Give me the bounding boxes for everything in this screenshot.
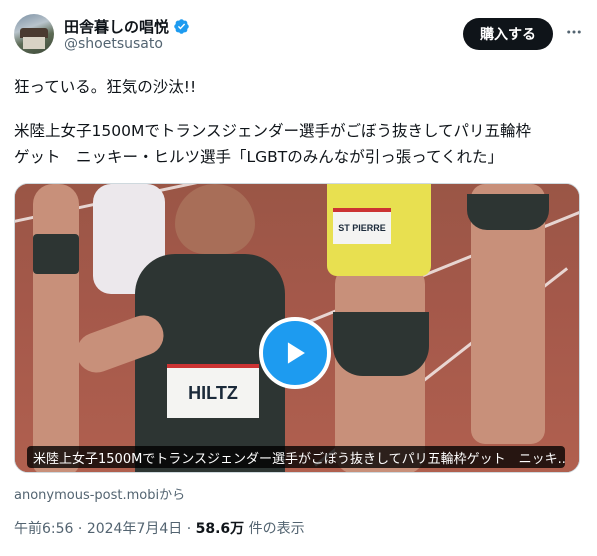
more-dots-icon (567, 30, 581, 34)
tweet-header: 田舎暮しの唱悦 @shoetsusato 購入する (14, 14, 584, 58)
runner-left (33, 184, 79, 472)
tweet-text-line-1: 狂っている。狂気の沙汰!! (14, 78, 197, 96)
views-count: 58.6万 (195, 521, 245, 537)
verified-badge-icon (174, 19, 189, 34)
author-handle[interactable]: @shoetsusato (64, 36, 163, 52)
avatar-house (23, 37, 45, 49)
author-name-row[interactable]: 田舎暮しの唱悦 (64, 16, 190, 37)
author-display-name[interactable]: 田舎暮しの唱悦 (64, 16, 169, 37)
runner-main-head (175, 184, 255, 254)
runner-right-shorts (467, 194, 549, 230)
meta-separator-2: · (182, 521, 196, 537)
play-icon (287, 342, 305, 364)
runner-yellow-bib: ST PIERRE (333, 208, 391, 244)
buy-button[interactable]: 購入する (463, 18, 553, 50)
tweet-time[interactable]: 午前6:56 (14, 521, 73, 537)
meta-separator: · (73, 521, 87, 537)
tweet-text-line-2: 米陸上女子1500Mでトランスジェンダー選手がごぼう抜きしてパリ五輪枠 (14, 122, 532, 140)
source-link[interactable]: anonymous-post.mobiから (14, 484, 185, 503)
runner-yellow-shorts (333, 312, 429, 376)
more-icon[interactable] (562, 20, 586, 44)
play-button[interactable] (259, 317, 331, 389)
tweet-text-line-3: ゲット ニッキー・ヒルツ選手「LGBTのみんなが引っ張ってくれた」 (14, 148, 504, 166)
runner-left-shorts (33, 234, 79, 274)
tweet-date[interactable]: 2024年7月4日 (87, 521, 182, 537)
runner-main-bib: HILTZ (167, 364, 259, 418)
video-caption: 米陸上女子1500Mでトランスジェンダー選手がごぼう抜きしてパリ五輪枠ゲット ニ… (27, 446, 565, 468)
avatar[interactable] (14, 14, 54, 54)
views-label: 件の表示 (244, 521, 305, 537)
video-player[interactable]: HILTZ ST PIERRE 米陸上女子1500Mでトランスジェンダー選手がご… (14, 183, 580, 473)
tweet-meta: 午前6:56 · 2024年7月4日 · 58.6万 件の表示 (14, 518, 305, 538)
tweet-body: 狂っている。狂気の沙汰!! 米陸上女子1500Mでトランスジェンダー選手がごぼう… (14, 74, 584, 170)
